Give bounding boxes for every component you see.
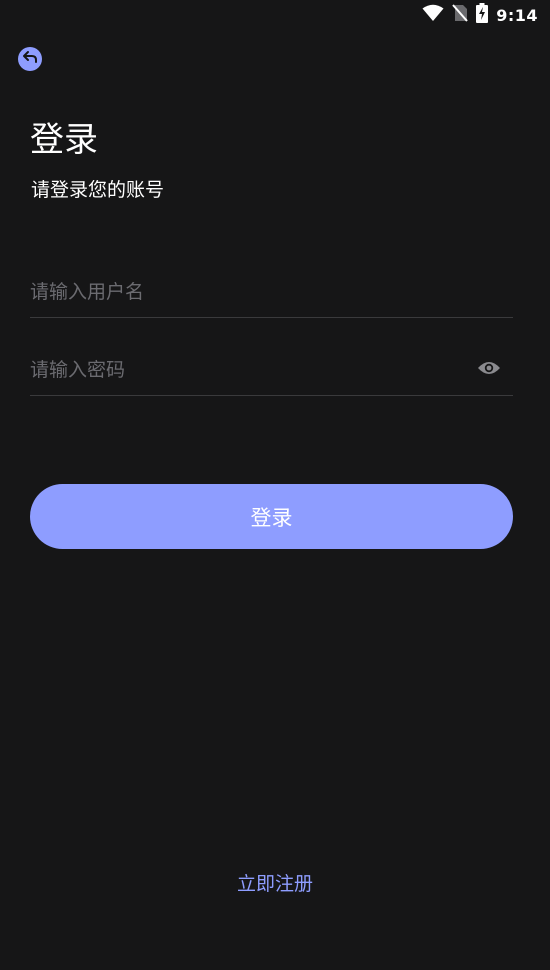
password-field-row: [30, 344, 513, 396]
username-input[interactable]: [30, 269, 513, 314]
page-subtitle: 请登录您的账号: [31, 179, 165, 201]
page-title: 登录: [30, 120, 98, 160]
eye-icon: [477, 360, 501, 380]
battery-charging-icon: [476, 3, 489, 27]
back-button[interactable]: [18, 47, 42, 71]
register-link[interactable]: 立即注册: [0, 869, 550, 896]
wifi-icon: [422, 4, 444, 26]
password-input[interactable]: [30, 347, 475, 392]
status-bar: 9:14: [0, 0, 550, 26]
login-button[interactable]: 登录: [30, 484, 513, 549]
back-arrow-icon: [22, 49, 38, 69]
status-icons: 9:14: [422, 3, 538, 27]
no-sim-icon: [452, 4, 468, 26]
password-visibility-toggle[interactable]: [475, 356, 503, 384]
status-time: 9:14: [496, 5, 538, 25]
username-field-row: [30, 266, 513, 318]
